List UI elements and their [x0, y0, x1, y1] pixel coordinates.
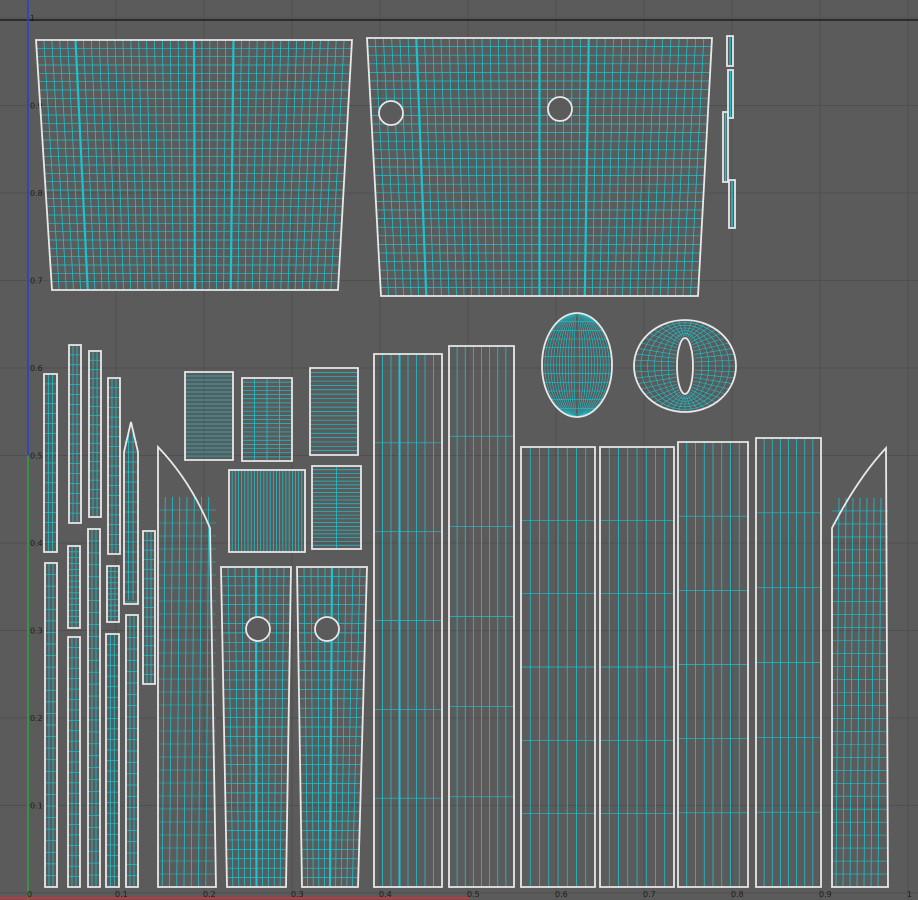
- shell-column-6[interactable]: [755, 437, 822, 888]
- v-tick-label: 1: [30, 14, 35, 23]
- uv-editor-viewport[interactable]: 0 0.1 0.2 0.3 0.4 0.5 0.6 0.7 0.8 0.9 1 0.1 0.2 0.3 0.…: [0, 0, 918, 900]
- u-tick-label: 0.9: [819, 890, 832, 899]
- shell-pointed-strip[interactable]: [123, 421, 139, 605]
- shell-top-right-panel[interactable]: [366, 37, 713, 297]
- u-tick-label: 0.3: [291, 890, 304, 899]
- shell-strip-c[interactable]: [88, 350, 102, 518]
- shell-strip-b[interactable]: [68, 344, 82, 524]
- shell-strip-d[interactable]: [107, 377, 121, 555]
- shell-column-5[interactable]: [677, 441, 749, 888]
- shell-strip-j[interactable]: [125, 614, 139, 888]
- shell-top-left-panel[interactable]: [35, 39, 353, 291]
- uv-tick-labels: 0 0.1 0.2 0.3 0.4 0.5 0.6 0.7 0.8 0.9 1 0.1 0.2 0.3 0.…: [27, 14, 912, 899]
- shell-patch-4[interactable]: [228, 469, 306, 553]
- u-tick-label: 0.5: [467, 890, 480, 899]
- u-tick-label: 0.7: [643, 890, 656, 899]
- shell-curved-right[interactable]: [831, 445, 889, 888]
- shell-strip-e[interactable]: [67, 545, 81, 629]
- shell-column-1[interactable]: [373, 353, 443, 888]
- shell-sliver-1[interactable]: [726, 35, 734, 67]
- shell-strip-k[interactable]: [142, 530, 156, 685]
- v-tick-label: 0.7: [30, 277, 43, 286]
- u-tick-label: 0.8: [731, 890, 744, 899]
- shell-sliver-2[interactable]: [727, 69, 734, 119]
- shell-patch-1[interactable]: [184, 371, 234, 461]
- shell-strip-f[interactable]: [87, 528, 101, 888]
- shell-patch-5[interactable]: [311, 465, 362, 550]
- shell-strip-h[interactable]: [67, 636, 81, 888]
- shell-strip-a[interactable]: [43, 373, 58, 553]
- v-tick-label: 0.5: [30, 452, 43, 461]
- u-tick-label: 0.6: [555, 890, 568, 899]
- shell-holed-panel-left[interactable]: [220, 566, 292, 888]
- v-tick-label: 0.3: [30, 627, 43, 636]
- shell-ellipse[interactable]: [541, 312, 613, 418]
- shell-column-4[interactable]: [599, 446, 675, 888]
- v-tick-label: 0.2: [30, 714, 43, 723]
- shell-sliver-3[interactable]: [722, 111, 729, 183]
- shell-patch-2[interactable]: [241, 377, 293, 462]
- shell-curved-left[interactable]: [157, 444, 217, 888]
- shell-strip-i[interactable]: [105, 633, 120, 888]
- shell-sliver-4[interactable]: [728, 179, 736, 229]
- shell-patch-3[interactable]: [309, 367, 359, 456]
- u-tick-label: 0: [27, 890, 32, 899]
- shell-ring[interactable]: [633, 319, 737, 413]
- u-tick-label: 0.2: [203, 890, 216, 899]
- uv-shells[interactable]: [35, 35, 889, 888]
- u-tick-label: 0.4: [379, 890, 392, 899]
- v-tick-label: 0.4: [30, 539, 43, 548]
- u-tick-label: 1: [907, 890, 912, 899]
- shell-column-3[interactable]: [520, 446, 596, 888]
- shell-strip-g[interactable]: [106, 565, 120, 623]
- v-tick-label: 0.8: [30, 189, 43, 198]
- v-tick-label: 0.1: [30, 802, 43, 811]
- v-tick-label: 0.6: [30, 364, 43, 373]
- shell-holed-panel-right[interactable]: [296, 566, 368, 888]
- u-tick-label: 0.1: [115, 890, 128, 899]
- shell-strip-l[interactable]: [44, 562, 58, 888]
- uv-canvas[interactable]: 0 0.1 0.2 0.3 0.4 0.5 0.6 0.7 0.8 0.9 1 0.1 0.2 0.3 0.…: [0, 0, 918, 900]
